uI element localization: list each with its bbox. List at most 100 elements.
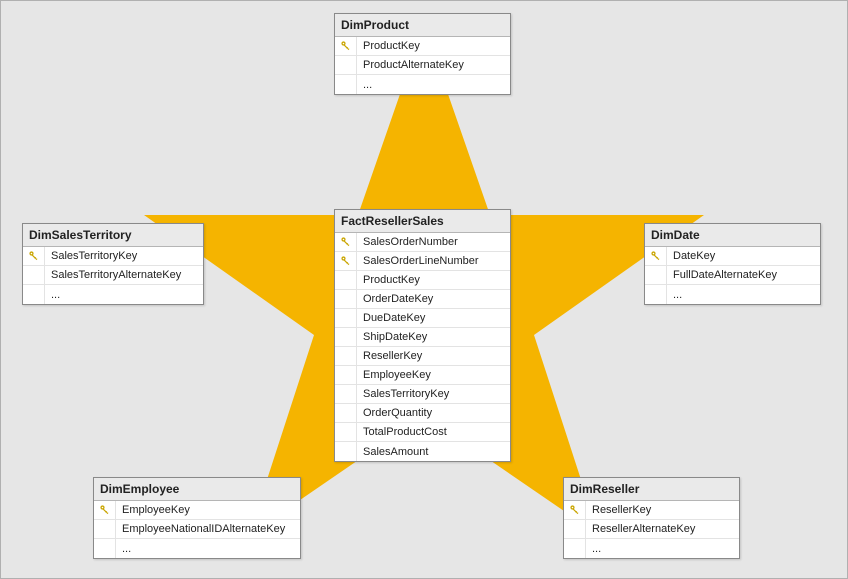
primary-key-icon [28,250,40,262]
table-row[interactable]: TotalProductCost [335,423,510,442]
column-label: TotalProductCost [357,426,453,438]
column-label: ... [116,543,137,555]
table-row[interactable]: ... [335,75,510,94]
column-label: ... [586,543,607,555]
column-label: ResellerKey [586,504,657,516]
table-row[interactable]: SalesTerritoryKey [23,247,203,266]
table-row[interactable]: ProductAlternateKey [335,56,510,75]
table-dim-employee[interactable]: DimEmployee EmployeeKey EmployeeNationalID… [93,477,301,559]
column-label: ShipDateKey [357,331,433,343]
empty-cell [335,290,357,308]
table-row[interactable]: SalesOrderLineNumber [335,252,510,271]
table-row[interactable]: SalesTerritoryAlternateKey [23,266,203,285]
table-row[interactable]: ProductKey [335,37,510,56]
table-row[interactable]: SalesOrderNumber [335,233,510,252]
empty-cell [94,539,116,558]
key-cell [335,252,357,270]
empty-cell [335,309,357,327]
table-row[interactable]: DateKey [645,247,820,266]
column-label: ... [45,289,66,301]
table-row[interactable]: OrderDateKey [335,290,510,309]
empty-cell [335,347,357,365]
table-fact-reseller-sales[interactable]: FactResellerSalesSalesOrderNumberSalesOr… [334,209,511,462]
column-label: EmployeeNationalIDAlternateKey [116,523,291,535]
key-cell [335,233,357,251]
column-label: EmployeeKey [116,504,196,516]
table-row[interactable]: EmployeeKey [335,366,510,385]
column-label: SalesAmount [357,446,434,458]
key-cell [564,501,586,519]
empty-cell [335,328,357,346]
column-label: ... [357,79,378,91]
table-title: DimProduct [335,14,510,37]
table-row[interactable]: SalesAmount [335,442,510,461]
primary-key-icon [569,504,581,516]
table-body: DateKey FullDateAlternateKey... [645,247,820,304]
column-label: ... [667,289,688,301]
table-dim-sales-territory[interactable]: DimSalesTerritorySalesTerritoryKeySalesT… [22,223,204,305]
table-title: DimReseller [564,478,739,501]
table-title: DimEmployee [94,478,300,501]
key-cell [94,501,116,519]
column-label: FullDateAlternateKey [667,269,783,281]
empty-cell [564,539,586,558]
table-dim-reseller[interactable]: DimReseller ResellerKey ResellerAlternateK… [563,477,740,559]
primary-key-icon [340,236,352,248]
empty-cell [335,385,357,403]
empty-cell [645,285,667,304]
table-title: DimDate [645,224,820,247]
empty-cell [94,520,116,538]
empty-cell [564,520,586,538]
table-title: DimSalesTerritory [23,224,203,247]
table-body: EmployeeKey EmployeeNationalIDAlternateKe… [94,501,300,558]
empty-cell [335,423,357,441]
empty-cell [335,366,357,384]
key-cell [335,37,357,55]
table-dim-date[interactable]: DimDate DateKey FullDateAlternateKey... [644,223,821,305]
table-body: SalesOrderNumber SalesOrderLineNumber Prod… [335,233,510,461]
key-cell [23,247,45,265]
column-label: SalesTerritoryAlternateKey [45,269,187,281]
empty-cell [335,75,357,94]
table-row[interactable]: EmployeeNationalIDAlternateKey [94,520,300,539]
table-row[interactable]: ProductKey [335,271,510,290]
table-row[interactable]: EmployeeKey [94,501,300,520]
table-row[interactable]: ... [94,539,300,558]
empty-cell [335,56,357,74]
table-body: ProductKey ProductAlternateKey... [335,37,510,94]
table-dim-product[interactable]: DimProduct ProductKey ProductAlternateKey.… [334,13,511,95]
primary-key-icon [340,255,352,267]
empty-cell [335,404,357,422]
table-row[interactable]: ShipDateKey [335,328,510,347]
column-label: OrderDateKey [357,293,439,305]
column-label: SalesOrderNumber [357,236,464,248]
column-label: ProductKey [357,40,426,52]
key-cell [645,247,667,265]
table-body: SalesTerritoryKey SalesTerritoryAlternate… [23,247,203,304]
empty-cell [335,442,357,461]
empty-cell [23,266,45,284]
column-label: ResellerKey [357,350,428,362]
column-label: SalesTerritoryKey [45,250,143,262]
column-label: DateKey [667,250,721,262]
table-row[interactable]: ResellerAlternateKey [564,520,739,539]
table-row[interactable]: OrderQuantity [335,404,510,423]
table-row[interactable]: SalesTerritoryKey [335,385,510,404]
column-label: SalesTerritoryKey [357,388,455,400]
empty-cell [645,266,667,284]
table-row[interactable]: ResellerKey [564,501,739,520]
column-label: EmployeeKey [357,369,437,381]
table-row[interactable]: ... [23,285,203,304]
table-row[interactable]: ... [645,285,820,304]
column-label: ProductAlternateKey [357,59,470,71]
column-label: ProductKey [357,274,426,286]
table-row[interactable]: FullDateAlternateKey [645,266,820,285]
table-body: ResellerKey ResellerAlternateKey... [564,501,739,558]
table-row[interactable]: DueDateKey [335,309,510,328]
table-row[interactable]: ResellerKey [335,347,510,366]
table-row[interactable]: ... [564,539,739,558]
primary-key-icon [340,40,352,52]
empty-cell [335,271,357,289]
table-title: FactResellerSales [335,210,510,233]
primary-key-icon [650,250,662,262]
